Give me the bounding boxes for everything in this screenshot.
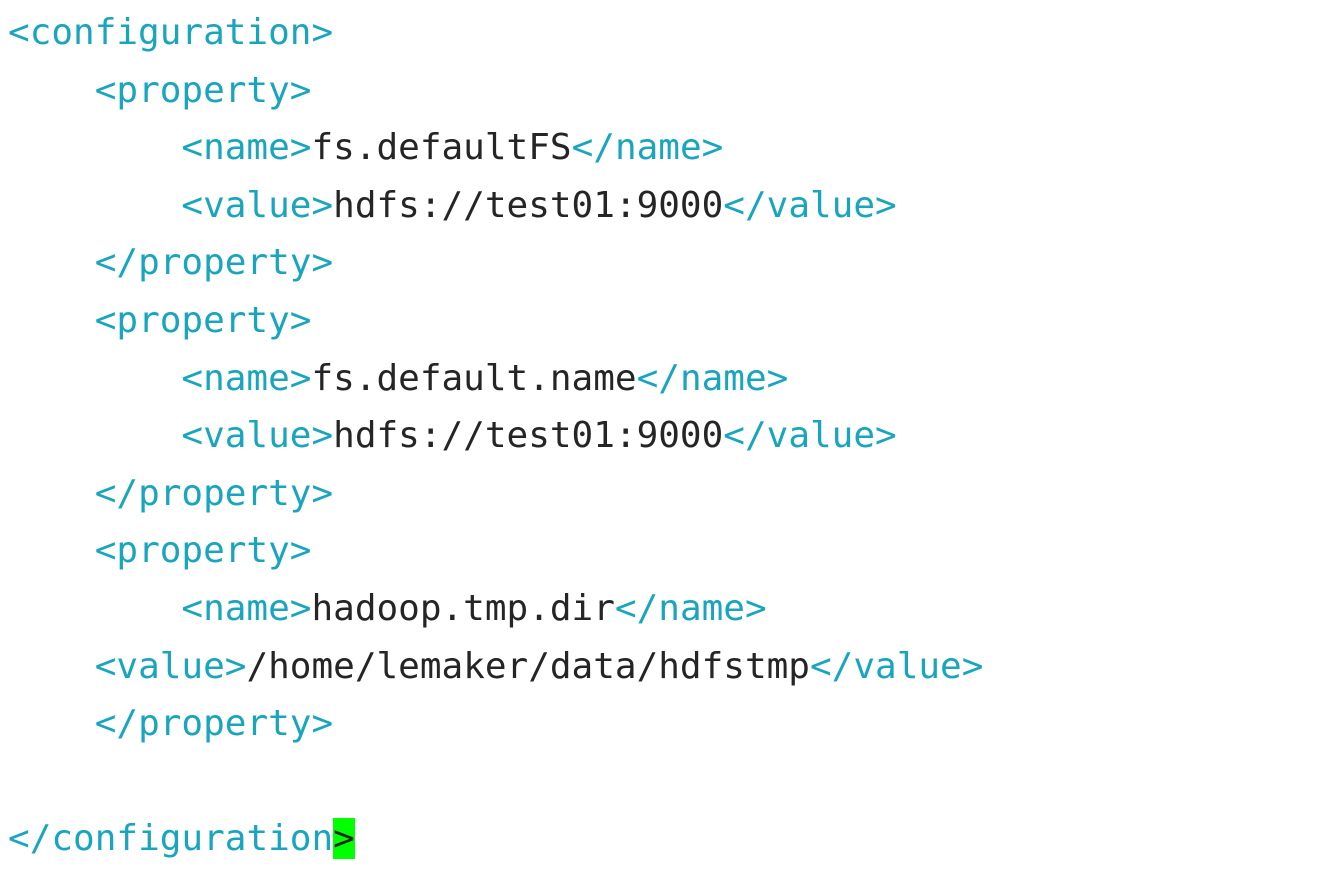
line: <name>hadoop.tmp.dir</name> bbox=[8, 588, 767, 629]
line: <configuration> bbox=[8, 12, 333, 53]
tag-close-value: </value> bbox=[810, 646, 983, 687]
cursor-icon: > bbox=[333, 818, 355, 859]
tag-open-value: <value> bbox=[181, 185, 333, 226]
tag-open-property: <property> bbox=[95, 300, 312, 341]
tag-close-property: </property> bbox=[95, 242, 333, 283]
tag-close-name: </name> bbox=[615, 588, 767, 629]
text-name-value: hadoop.tmp.dir bbox=[311, 588, 614, 629]
text-value-value: /home/lemaker/data/hdfstmp bbox=[246, 646, 810, 687]
tag-open-name: <name> bbox=[181, 588, 311, 629]
tag-open-value: <value> bbox=[181, 415, 333, 456]
line: </property> bbox=[8, 242, 333, 283]
text-value-value: hdfs://test01:9000 bbox=[333, 185, 723, 226]
tag-open-name: <name> bbox=[181, 127, 311, 168]
line: </property> bbox=[8, 473, 333, 514]
tag-close-value: </value> bbox=[723, 185, 896, 226]
tag-close-name: </name> bbox=[637, 358, 789, 399]
tag-open-property: <property> bbox=[95, 70, 312, 111]
line: <value>hdfs://test01:9000</value> bbox=[8, 415, 897, 456]
tag-open-configuration: <configuration> bbox=[8, 12, 333, 53]
line: <value>/home/lemaker/data/hdfstmp</value… bbox=[8, 646, 983, 687]
tag-close-name: </name> bbox=[572, 127, 724, 168]
text-value-value: hdfs://test01:9000 bbox=[333, 415, 723, 456]
tag-close-property: </property> bbox=[95, 473, 333, 514]
xml-code-block[interactable]: <configuration> <property> <name>fs.defa… bbox=[0, 0, 1337, 869]
line: <property> bbox=[8, 530, 311, 571]
tag-open-property: <property> bbox=[95, 530, 312, 571]
line: <property> bbox=[8, 300, 311, 341]
line: <name>fs.default.name</name> bbox=[8, 358, 788, 399]
tag-open-value: <value> bbox=[95, 646, 247, 687]
tag-close-value: </value> bbox=[723, 415, 896, 456]
line: <name>fs.defaultFS</name> bbox=[8, 127, 723, 168]
tag-close-property: </property> bbox=[95, 703, 333, 744]
text-name-value: fs.default.name bbox=[311, 358, 636, 399]
line: <property> bbox=[8, 70, 311, 111]
tag-open-name: <name> bbox=[181, 358, 311, 399]
line: <value>hdfs://test01:9000</value> bbox=[8, 185, 897, 226]
text-name-value: fs.defaultFS bbox=[311, 127, 571, 168]
line: </configuration> bbox=[8, 818, 355, 859]
line: </property> bbox=[8, 703, 333, 744]
tag-close-configuration: </configuration bbox=[8, 818, 333, 859]
